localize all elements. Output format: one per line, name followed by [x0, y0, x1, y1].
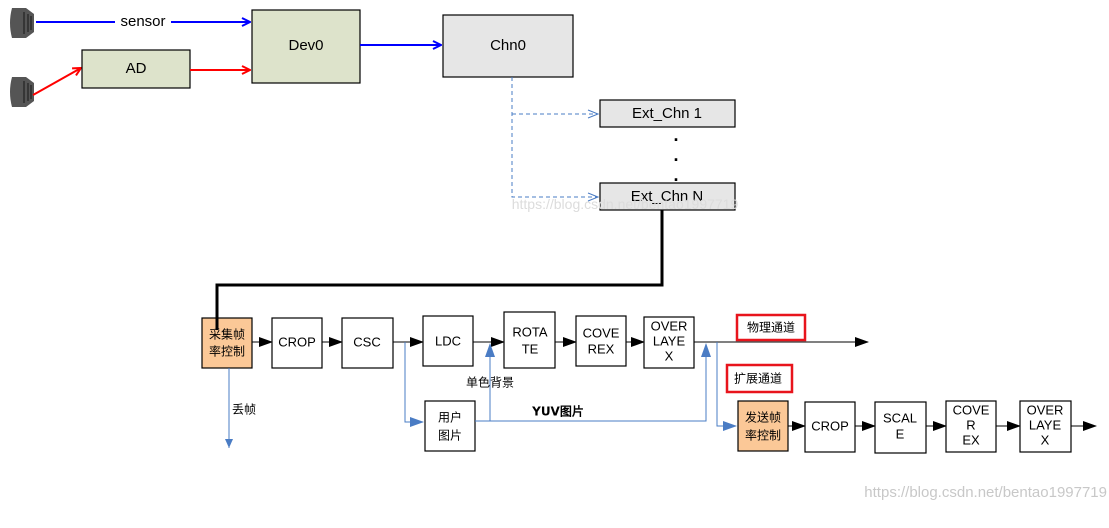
watermark: https://blog.csdn.net/bentao1997719 — [864, 484, 1107, 501]
ellipsis-dot: . — [673, 125, 678, 145]
scale-label: SCAL — [883, 410, 917, 425]
dev0-label: Dev0 — [288, 37, 323, 54]
physical-channel-title: 物理通道 — [747, 321, 795, 335]
rotate-label: TE — [522, 341, 539, 356]
capture-rate-label: 采集帧 — [209, 327, 245, 342]
watermark: https://blog.csdn.net/bentao1997719 — [512, 196, 739, 212]
ext-coverex-label: R — [966, 417, 975, 432]
ext-overlayex-label: X — [1041, 432, 1050, 447]
ext-overlayex-label: LAYE — [1029, 417, 1062, 432]
overlayex-label: OVER — [651, 318, 688, 333]
user-picture-box — [424, 400, 476, 452]
extended-channel-title: 扩展通道 — [734, 372, 782, 386]
overlayex-label: X — [665, 348, 674, 363]
ellipsis-dot: . — [673, 145, 678, 165]
capture-rate-label: 率控制 — [209, 344, 245, 359]
ad-label: AD — [126, 60, 147, 77]
ext-crop-label: CROP — [811, 418, 849, 433]
coverex-label: COVE — [583, 325, 620, 340]
crop-label: CROP — [278, 334, 316, 349]
ldc-label: LDC — [435, 333, 461, 348]
chn-to-ext-connector — [511, 77, 598, 198]
yuv-picture-label: YUV图片 — [531, 404, 584, 419]
capture-frame-rate-control-box — [201, 317, 253, 369]
scale-label: E — [896, 426, 905, 441]
solid-background-label: 单色背景 — [466, 376, 514, 390]
send-frame-rate-control-box — [737, 400, 789, 452]
chn0-label: Chn0 — [490, 37, 526, 54]
rotate-label: ROTA — [512, 324, 547, 339]
user-picture-label: 用户 — [438, 410, 462, 425]
camera-icon — [10, 8, 34, 38]
ext-chn-1-label: Ext_Chn 1 — [632, 105, 702, 122]
ext-overlayex-label: OVER — [1027, 402, 1064, 417]
video-pipeline-diagram: sensor AD Dev0 Chn0 Ext_Chn 1 . . . Ext_… — [10, 8, 1107, 501]
csc-to-user-picture-connector — [404, 342, 424, 427]
sensor-label: sensor — [120, 13, 165, 30]
send-rate-label: 发送帧 — [745, 410, 781, 425]
drop-frame-label: 丢帧 — [232, 403, 256, 417]
rotate-box — [503, 311, 556, 369]
overlayex-label: LAYE — [653, 333, 686, 348]
camera-icon — [10, 77, 34, 107]
camera-to-ad-connector — [32, 68, 81, 96]
coverex-label: REX — [588, 341, 615, 356]
ext-coverex-label: COVE — [953, 402, 990, 417]
ext-to-pipeline-connector — [215, 210, 664, 330]
ellipsis-dot: . — [673, 165, 678, 185]
user-picture-label: 图片 — [438, 429, 462, 443]
send-rate-label: 率控制 — [745, 428, 781, 443]
csc-label: CSC — [353, 334, 380, 349]
ext-coverex-label: EX — [962, 432, 980, 447]
